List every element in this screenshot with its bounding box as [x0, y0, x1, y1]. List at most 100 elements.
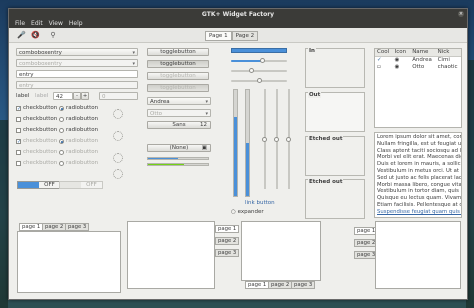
spin-label-disabled: label [35, 93, 49, 99]
vprogress-1-fill [234, 116, 237, 196]
radio[interactable] [59, 106, 64, 111]
text-entry-disabled: entry [16, 81, 138, 89]
combobox-entry-text: comboboxentry [19, 50, 62, 56]
spin-plus-button[interactable]: + [81, 92, 89, 100]
toggle-button-1[interactable]: togglebutton [147, 48, 209, 56]
radio [59, 161, 64, 166]
text-view[interactable]: Lorem ipsum dolor sit amet, conse Nullam … [374, 132, 462, 218]
radio[interactable] [59, 128, 64, 133]
vscale-2-knob[interactable] [274, 137, 279, 142]
checkbox[interactable] [16, 117, 21, 122]
spin-value-disabled: 0 [99, 92, 138, 100]
frame-etched-out-2: Etched out [305, 179, 365, 219]
spin-value[interactable]: 42 [53, 92, 73, 100]
table-row[interactable]: ▫ ◉ Otto chaotic [375, 64, 461, 71]
text-line: Quisque eu lectus quam. Vivamus eget [377, 195, 462, 202]
vprogress-2 [245, 89, 250, 197]
col-name[interactable]: Name [410, 49, 435, 56]
spin-minus-button[interactable]: - [73, 92, 81, 100]
expander-label: expander [237, 209, 264, 215]
nb-right-tab-3[interactable]: page 3 [215, 249, 240, 257]
frame-out-title: Out [308, 92, 322, 98]
switch-disabled: OFF [59, 181, 103, 189]
hscale-3-knob[interactable] [257, 78, 262, 83]
progress-bar-horizontal [231, 48, 287, 53]
color-picker-icon: ▣ [201, 145, 207, 151]
toggle-button-2[interactable]: togglebutton [147, 60, 209, 68]
top-tabs: Page 1 Page 2 [205, 31, 259, 41]
vprogress-2-fill [246, 143, 249, 196]
radio [59, 139, 64, 144]
tab-page-1[interactable]: Page 1 [205, 31, 232, 41]
close-icon[interactable]: × [458, 11, 464, 17]
vprogress-1 [233, 89, 238, 197]
expander[interactable]: ○ expander [231, 209, 264, 215]
radio-label: radiobutton [66, 116, 99, 122]
switch-on[interactable]: OFF [17, 181, 61, 189]
combobox-entry-disabled-text: comboboxentry [19, 61, 62, 67]
nb-top-tab-2[interactable]: page 2 [42, 223, 67, 231]
menu-help[interactable]: Help [69, 20, 83, 27]
vscale-3-knob[interactable] [286, 137, 291, 142]
chevron-down-icon: ▾ [205, 111, 208, 117]
combobox-entry[interactable]: comboboxentry ▾ [16, 48, 138, 56]
spinner-icon [113, 131, 123, 141]
switch-disabled-label: OFF [86, 182, 97, 188]
link-button[interactable]: link button [245, 200, 275, 206]
row-cool-check[interactable]: ✓ [375, 57, 393, 64]
text-line: Morbi massa libero, congue vitae so [377, 181, 462, 188]
font-family-label: Sans [172, 122, 186, 128]
row-name: Andrea [412, 57, 432, 63]
table-row[interactable]: ✓ ◉ Andrea Cimi [375, 57, 461, 64]
frame-etched-title-1: Etched out [308, 136, 344, 142]
radio[interactable] [59, 117, 64, 122]
hscale-1-knob[interactable] [259, 58, 265, 63]
checkbox[interactable]: ✓ [16, 106, 21, 112]
text-line: Morbi vel elit erat. Maecenas digni [377, 154, 462, 161]
checkbox-label: checkbutton [23, 116, 58, 122]
nb-top-tab-1[interactable]: page 1 [19, 223, 44, 231]
nb-right-tab-2[interactable]: page 2 [215, 237, 240, 245]
text-line: Lorem ipsum dolor sit amet, conse [377, 134, 462, 140]
mute-icon[interactable]: 🔇 [31, 31, 40, 39]
nb-top-tab-3[interactable]: page 3 [65, 223, 90, 231]
search-icon[interactable]: ⚲ [49, 31, 57, 39]
chevron-down-icon: ▾ [205, 99, 208, 105]
nb-bottom-tab-2[interactable]: page 2 [268, 281, 293, 289]
checkbox-label: checkbutton [23, 127, 58, 133]
font-size-label: 12 [200, 122, 207, 128]
text-line: Duis et lorem in mauris, a sollicitu [377, 161, 462, 168]
checkbox [16, 150, 21, 155]
col-nick[interactable]: Nick [436, 49, 461, 56]
col-cool[interactable]: Cool [375, 49, 393, 56]
hscale-2[interactable] [231, 70, 287, 72]
chevron-down-icon: ▾ [132, 50, 135, 56]
checkbox[interactable] [16, 128, 21, 133]
app-window: GTK+ Widget Factory × File Edit View Hel… [8, 8, 468, 300]
frame-out: Out [305, 92, 365, 132]
row-cool-check[interactable]: ▫ [375, 64, 393, 71]
hscale-2-knob[interactable] [248, 68, 254, 73]
menu-view[interactable]: View [49, 20, 63, 27]
menu-edit[interactable]: Edit [31, 20, 43, 27]
nb-bottom-tab-3[interactable]: page 3 [291, 281, 316, 289]
tree-view[interactable]: Cool Icon Name Nick ✓ ◉ Andrea Cimi ▫ ◉ … [374, 48, 462, 128]
microphone-icon[interactable]: 🎤 [17, 31, 26, 39]
vscale-1-knob[interactable] [262, 137, 267, 142]
wallpaper-tree [0, 120, 8, 308]
nb-right-tab-1[interactable]: page 1 [215, 225, 240, 233]
font-combo-otto: Otto ▾ [147, 109, 211, 117]
font-combo-otto-text: Otto [150, 111, 163, 117]
notebook-bottom [241, 221, 321, 281]
font-button[interactable]: Sans 12 [147, 121, 211, 129]
switch-disabled-slider [60, 182, 81, 188]
menu-file[interactable]: File [15, 20, 25, 27]
nb-bottom-tab-1[interactable]: page 1 [245, 281, 270, 289]
font-combo-andrea[interactable]: Andrea ▾ [147, 97, 211, 105]
tab-page-2[interactable]: Page 2 [231, 31, 259, 41]
col-icon[interactable]: Icon [393, 49, 411, 56]
color-button[interactable]: (None) ▣ [147, 144, 211, 152]
spinner-icon [113, 109, 123, 119]
text-entry[interactable]: entry [16, 70, 138, 78]
checkbox-label: checkbutton [23, 160, 58, 166]
